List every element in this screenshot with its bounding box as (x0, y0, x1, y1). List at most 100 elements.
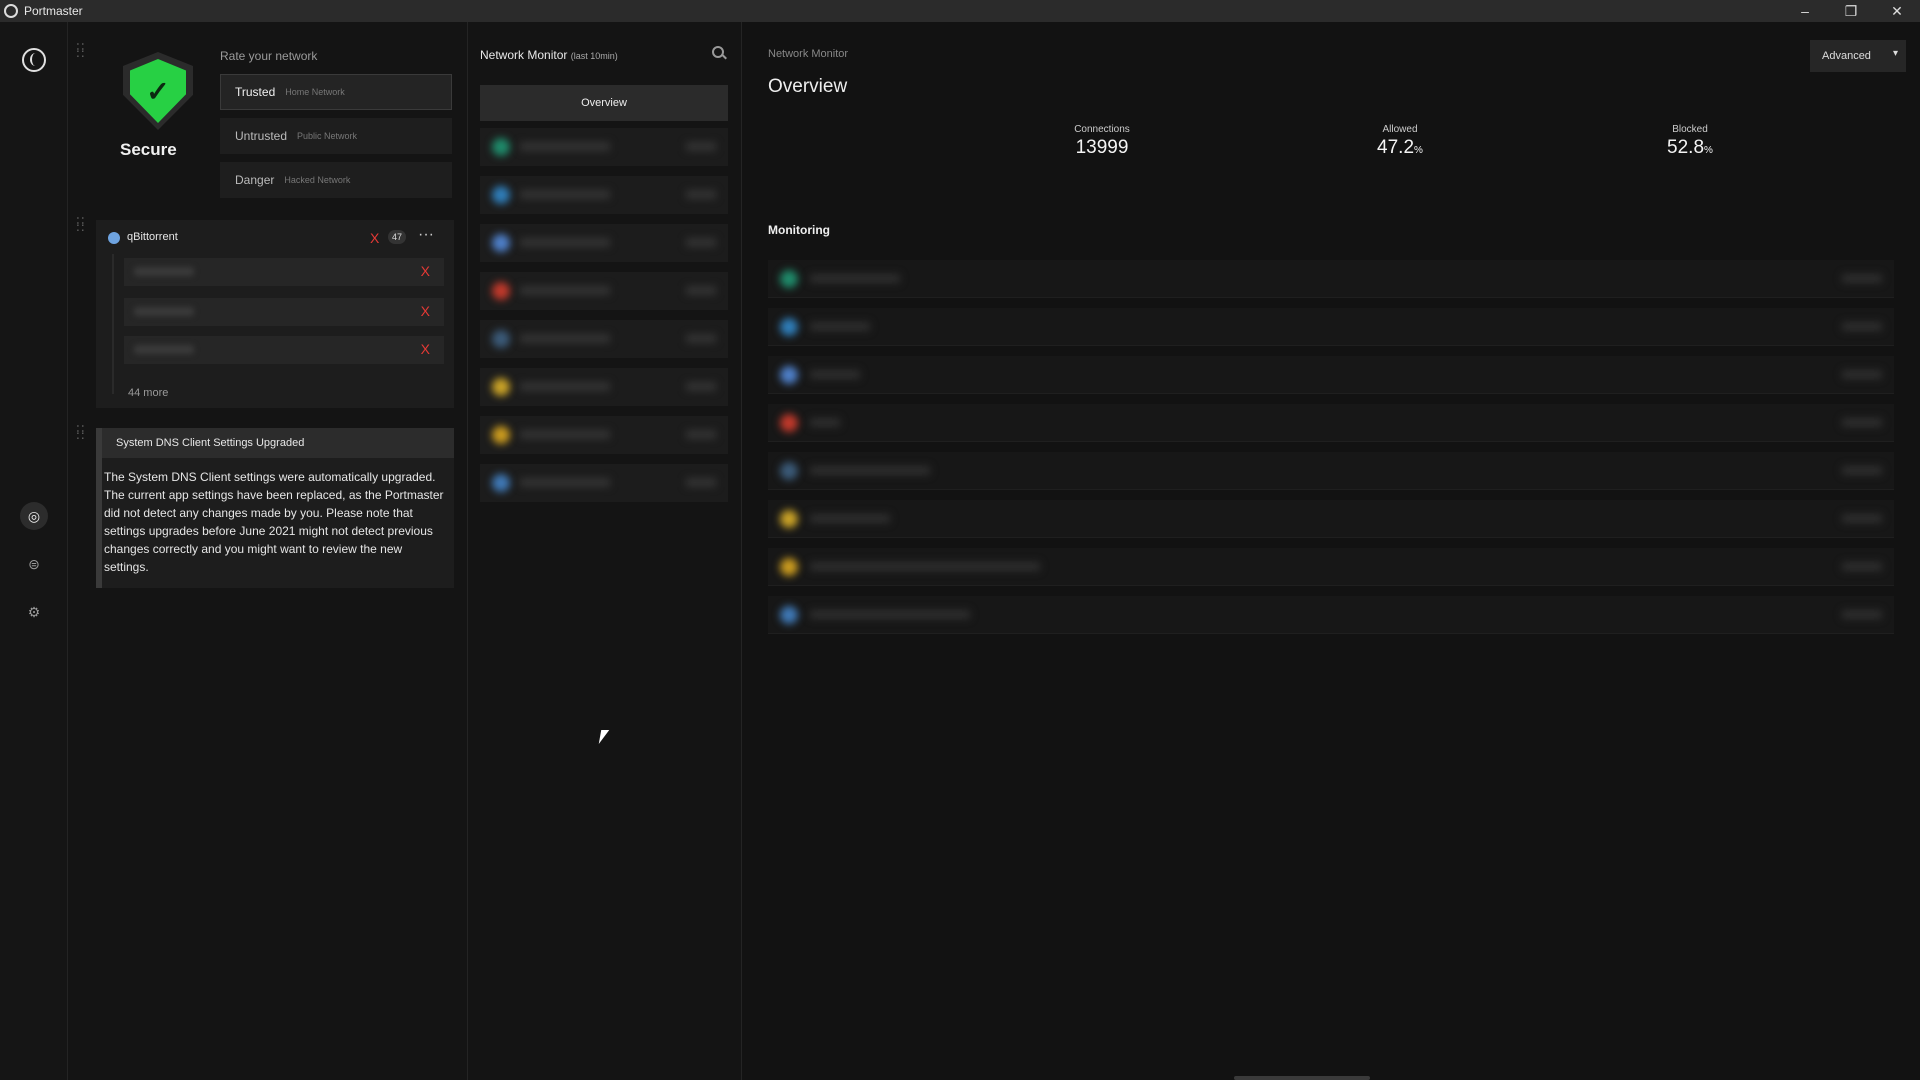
blurred-domain (134, 267, 194, 276)
drag-handle-icon[interactable]: ⁚⁚ ⁚⁚ (76, 424, 86, 442)
blurred-count (686, 142, 716, 151)
blurred-count (686, 190, 716, 199)
blurred-app-name (520, 286, 610, 295)
blurred-app-name (520, 334, 610, 343)
security-status: Secure (120, 140, 177, 159)
chevron-down-icon: ▾ (1892, 48, 1898, 59)
main-content: Network Monitor Overview Advanced ▾ Conn… (742, 22, 1920, 1080)
monitor-app-row[interactable] (480, 176, 728, 214)
blurred-app-name (810, 562, 1040, 571)
notification-body: The System DNS Client settings were auto… (104, 470, 444, 574)
settings-icon[interactable]: ⚙ (20, 598, 48, 626)
app-icon (780, 318, 798, 336)
monitor-app-row[interactable] (480, 128, 728, 166)
scrollbar[interactable] (1234, 1076, 1370, 1080)
rate-option-danger[interactable]: Danger Hacked Network (220, 162, 452, 198)
blurred-app-name (810, 418, 840, 427)
stat-number: 52.8 (1667, 137, 1705, 158)
advanced-dropdown[interactable]: Advanced ▾ (1810, 40, 1906, 72)
monitor-app-row[interactable] (480, 224, 728, 262)
monitor-app-row[interactable] (480, 416, 728, 454)
window-controls: – ❐ ✕ (1782, 0, 1920, 22)
blurred-domain (134, 307, 194, 316)
connection-count-badge: 47 (388, 230, 406, 244)
app-icon (780, 462, 798, 480)
rate-option-trusted[interactable]: Trusted Home Network (220, 74, 452, 110)
monitor-app-row[interactable] (480, 320, 728, 358)
more-options-icon[interactable]: ··· (418, 226, 434, 244)
app-icon (492, 234, 510, 252)
stat-label: Connections (1074, 124, 1130, 135)
app-icon (492, 186, 510, 204)
rate-option-sub: Hacked Network (284, 175, 351, 185)
blurred-app-name (810, 610, 970, 619)
more-connections-link[interactable]: 44 more (128, 387, 168, 399)
app-name[interactable]: qBittorrent (127, 231, 178, 243)
portmaster-app-icon (4, 4, 18, 18)
blurred-count (1842, 274, 1882, 283)
blurred-count (1842, 370, 1882, 379)
blurred-app-name (810, 274, 900, 283)
blurred-count (1842, 418, 1882, 427)
restore-button[interactable]: ❐ (1828, 0, 1874, 22)
blurred-count (686, 430, 716, 439)
monitoring-app-row[interactable] (768, 548, 1894, 586)
stat-value: 13999 (1075, 137, 1129, 158)
check-icon: ✓ (130, 59, 186, 123)
monitor-app-row[interactable] (480, 464, 728, 502)
connection-row[interactable]: X (124, 298, 444, 326)
minimize-button[interactable]: – (1782, 0, 1828, 22)
blocked-app-card: qBittorrent X 47 ··· X X X 44 more (96, 220, 454, 408)
rate-option-untrusted[interactable]: Untrusted Public Network (220, 118, 452, 154)
monitoring-app-row[interactable] (768, 500, 1894, 538)
shield-icon: ✓ (123, 52, 193, 130)
connection-row[interactable]: X (124, 258, 444, 286)
support-icon[interactable]: ⊜ (20, 550, 48, 578)
rate-option-sub: Home Network (285, 87, 345, 97)
monitoring-app-row[interactable] (768, 596, 1894, 634)
monitor-app-row[interactable] (480, 368, 728, 406)
blurred-app-name (810, 466, 930, 475)
search-icon[interactable] (712, 46, 724, 58)
breadcrumb: Network Monitor (768, 48, 849, 60)
blurred-domain (134, 345, 194, 354)
blocked-x-icon: X (420, 303, 430, 319)
app-icon (780, 606, 798, 624)
monitoring-app-row[interactable] (768, 404, 1894, 442)
blurred-count (1842, 562, 1882, 571)
blurred-app-name (520, 478, 610, 487)
monitoring-app-row[interactable] (768, 308, 1894, 346)
app-icon (492, 330, 510, 348)
blurred-app-name (810, 322, 870, 331)
network-monitor-title: Network Monitor (last 10min) (480, 48, 618, 62)
rate-option-sub: Public Network (297, 131, 358, 141)
monitoring-app-row[interactable] (768, 356, 1894, 394)
drag-handle-icon[interactable]: ⁚⁚ ⁚⁚ (76, 216, 86, 234)
app-icon (780, 414, 798, 432)
security-shield: ✓ (118, 52, 198, 130)
stat-label: Blocked (1672, 124, 1708, 135)
blurred-count (1842, 466, 1882, 475)
monitor-app-row[interactable] (480, 272, 728, 310)
blurred-count (686, 334, 716, 343)
monitoring-app-row[interactable] (768, 260, 1894, 298)
blurred-app-name (520, 382, 610, 391)
stat-allowed: Allowed 47.2% (1340, 124, 1460, 159)
monitor-icon[interactable]: ◎ (20, 502, 48, 530)
portmaster-logo-icon[interactable] (22, 48, 46, 72)
blurred-app-name (810, 370, 860, 379)
blurred-app-name (520, 430, 610, 439)
page-title: Overview (768, 76, 848, 97)
blurred-app-name (520, 142, 610, 151)
monitoring-app-row[interactable] (768, 452, 1894, 490)
app-icon (492, 138, 510, 156)
drag-handle-icon[interactable]: ⁚⁚ ⁚⁚ (76, 42, 86, 60)
app-icon (492, 378, 510, 396)
connection-row[interactable]: X (124, 336, 444, 364)
stat-number: 47.2 (1377, 137, 1415, 158)
blocked-x-icon: X (420, 263, 430, 279)
blurred-app-name (810, 514, 890, 523)
stat-blocked: Blocked 52.8% (1630, 124, 1750, 159)
close-button[interactable]: ✕ (1874, 0, 1920, 22)
overview-button[interactable]: Overview (480, 85, 728, 121)
